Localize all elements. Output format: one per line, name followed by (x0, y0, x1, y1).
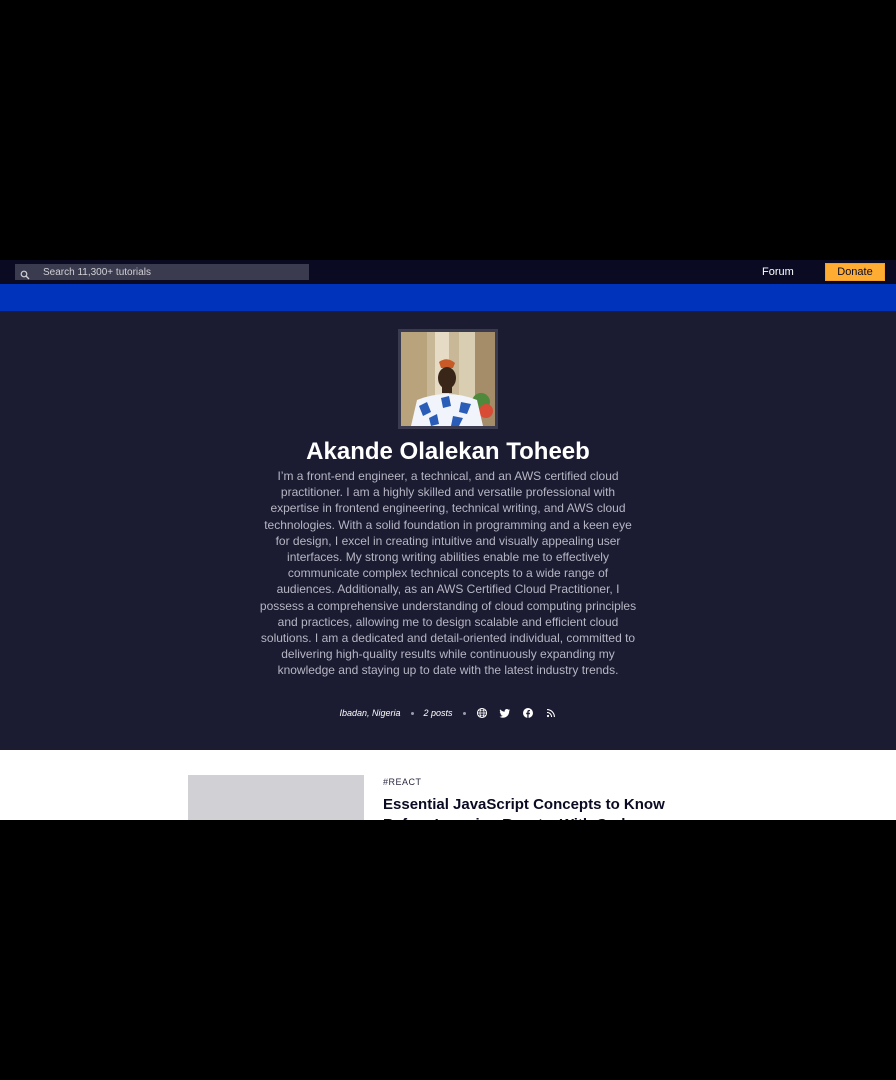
author-avatar (398, 329, 498, 429)
author-meta: Ibadan, Nigeria 2 posts (0, 704, 896, 722)
author-name: Akande Olalekan Toheeb (306, 438, 590, 465)
author-bio: I’m a front-end engineer, a technical, a… (259, 469, 637, 678)
search-input[interactable] (30, 264, 303, 280)
twitter-icon[interactable] (499, 707, 511, 719)
author-post-count: 2 posts (423, 708, 453, 718)
author-posts: #REACT Essential JavaScript Concepts to … (0, 750, 896, 820)
search-icon (20, 267, 30, 280)
facebook-icon[interactable] (522, 707, 534, 719)
post-thumbnail[interactable] (188, 775, 364, 820)
donate-button[interactable]: Donate (825, 263, 885, 281)
post-tag[interactable]: #REACT (383, 777, 422, 787)
page-viewport: Forum Donate (0, 260, 896, 820)
globe-icon[interactable] (476, 707, 488, 719)
search-bar[interactable] (15, 264, 309, 280)
post-title[interactable]: Essential JavaScript Concepts to Know Be… (383, 795, 683, 820)
forum-link[interactable]: Forum (762, 260, 794, 284)
author-location: Ibadan, Nigeria (339, 708, 401, 718)
profile-banner (0, 284, 896, 311)
author-profile: Akande Olalekan Toheeb I’m a front-end e… (0, 311, 896, 750)
rss-icon[interactable] (545, 707, 557, 719)
separator-dot (410, 711, 414, 715)
navbar: Forum Donate (0, 260, 896, 284)
separator-dot (462, 711, 466, 715)
